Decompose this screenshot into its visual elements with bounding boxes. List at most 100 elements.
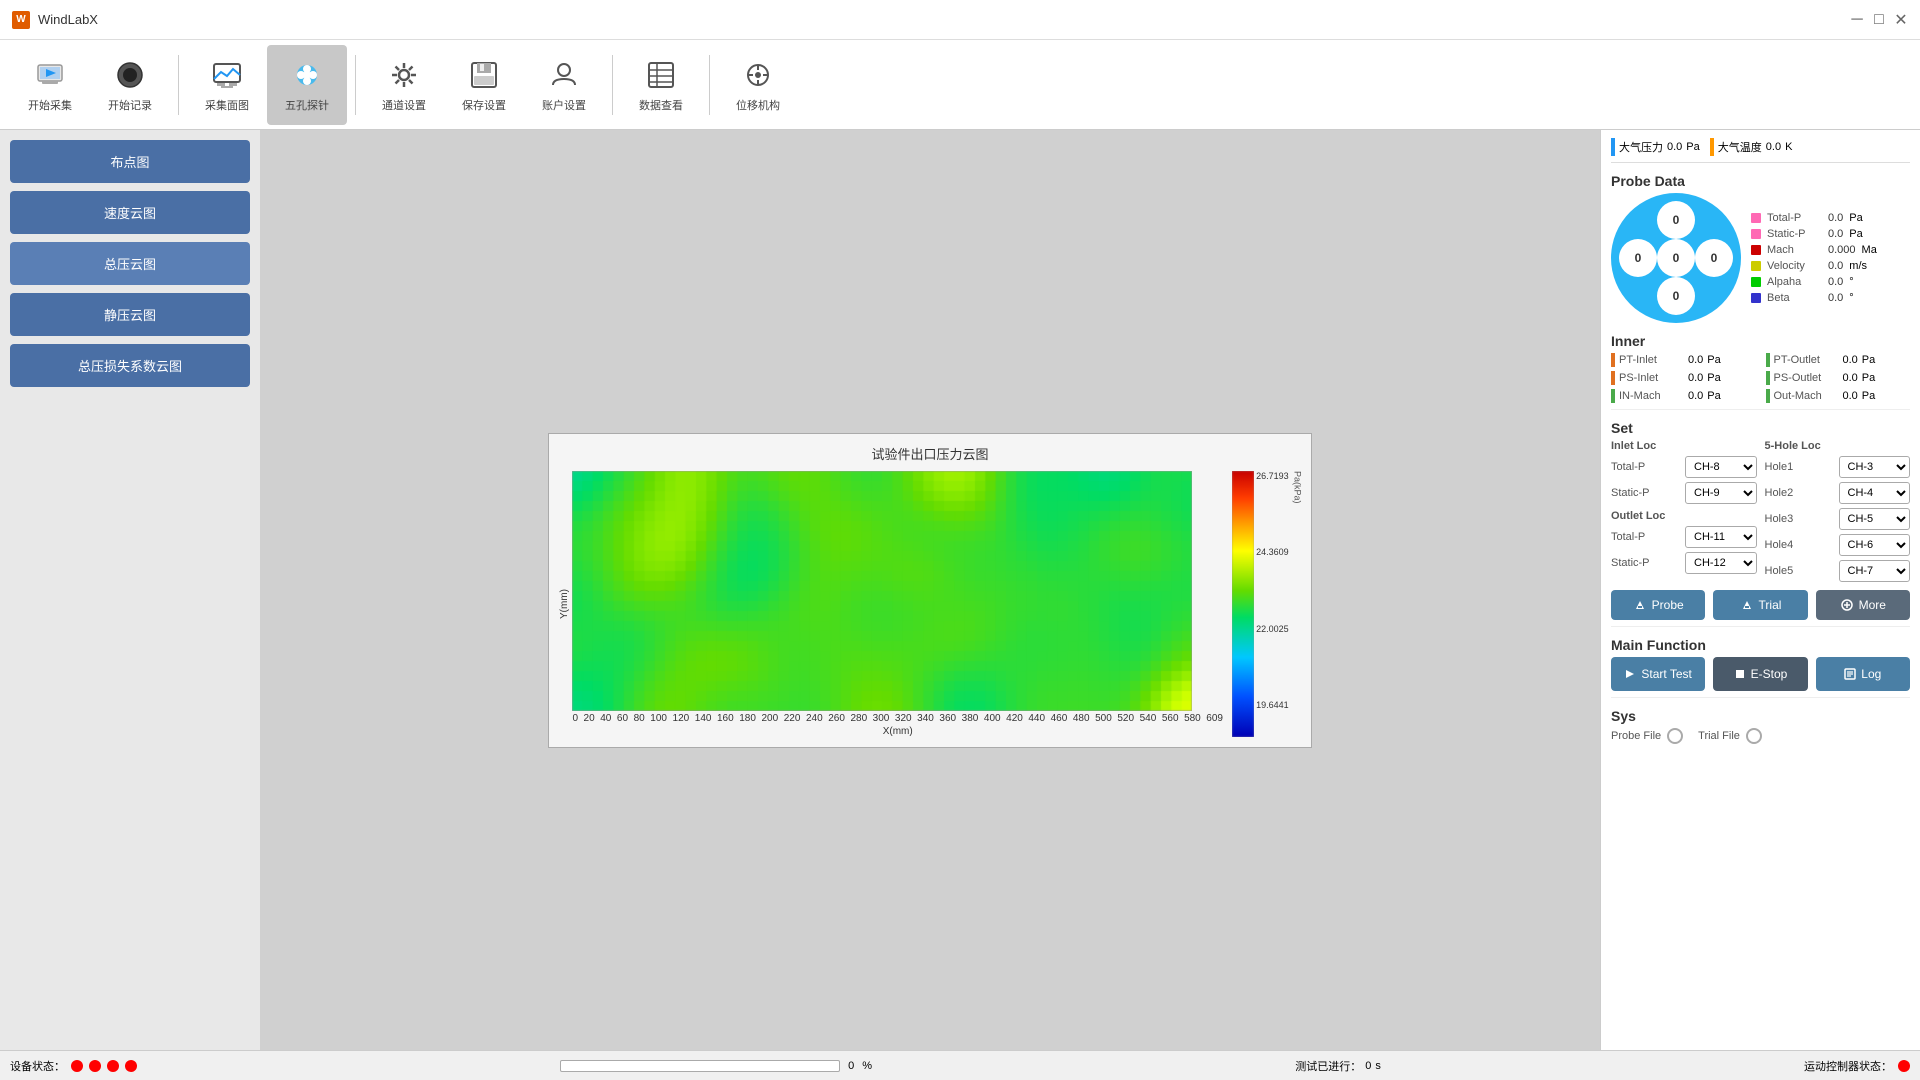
test-time-value: 0 (1365, 1060, 1371, 1072)
inlet-totalp-select[interactable]: CH-8CH-1CH-2 (1685, 456, 1757, 478)
pt-inlet-color (1611, 353, 1615, 367)
hole5-label: Hole5 (1765, 565, 1835, 577)
probe-reading-mach: Mach 0.000 Ma (1751, 244, 1910, 256)
probe-reading-velocity: Velocity 0.0 m/s (1751, 260, 1910, 272)
hole3-select[interactable]: CH-5CH-1CH-2 (1839, 508, 1911, 530)
divider-2 (355, 55, 356, 115)
toolbar-position-mech[interactable]: 位移机构 (718, 45, 798, 125)
toolbar-start-record[interactable]: 开始记录 (90, 45, 170, 125)
set-inlet-staticp-row: Static-P CH-9CH-1CH-2 (1611, 482, 1757, 504)
y-axis-label: Y(mm) (559, 589, 570, 619)
minimize-button[interactable]: ─ (1850, 13, 1864, 27)
device-dot-3 (107, 1060, 119, 1072)
close-button[interactable]: ✕ (1894, 13, 1908, 27)
toolbar-collect-face[interactable]: 采集面图 (187, 45, 267, 125)
probe-reading-totalp: Total-P 0.0 Pa (1751, 212, 1910, 224)
content-area: 试验件出口压力云图 Y(mm) 0 20 40 60 80 100 120 14… (260, 130, 1600, 1050)
x-axis-label: X(mm) (572, 726, 1223, 737)
main-function-title: Main Function (1611, 637, 1910, 653)
alpha-label: Alpaha (1767, 276, 1822, 288)
probe-hole-left: 0 (1619, 239, 1657, 277)
totalp-value: 0.0 (1828, 212, 1843, 224)
toolbar-data-view[interactable]: 数据查看 (621, 45, 701, 125)
device-dot-2 (89, 1060, 101, 1072)
outlet-staticp-select[interactable]: CH-12CH-1CH-2 (1685, 552, 1757, 574)
data-view-label: 数据查看 (639, 97, 683, 113)
toolbar-save-set[interactable]: 保存设置 (444, 45, 524, 125)
hole4-select[interactable]: CH-6CH-1CH-2 (1839, 534, 1911, 556)
sidebar-total-pressure-cloud[interactable]: 总压云图 (10, 242, 250, 285)
probe-icon (1633, 598, 1647, 612)
inner-ps-outlet: PS-Outlet 0.0 Pa (1766, 371, 1911, 385)
set-columns-wrapper: Inlet Loc Total-P CH-8CH-1CH-2 Static-P … (1611, 440, 1910, 586)
outlet-totalp-select[interactable]: CH-11CH-1CH-2 (1685, 526, 1757, 548)
in-mach-color (1611, 389, 1615, 403)
log-icon (1844, 668, 1856, 680)
estop-button[interactable]: E-Stop (1713, 657, 1807, 691)
sidebar-point-map[interactable]: 布点图 (10, 140, 250, 183)
probe-file-toggle[interactable] (1667, 728, 1683, 744)
title-bar-left: W WindLabX (12, 11, 98, 29)
hole2-select[interactable]: CH-4CH-1CH-2 (1839, 482, 1911, 504)
chart-title: 试验件出口压力云图 (559, 444, 1300, 463)
sidebar-static-pressure-cloud[interactable]: 静压云图 (10, 293, 250, 336)
atmo-pressure-label: 大气压力 (1619, 139, 1663, 155)
divider-4 (709, 55, 710, 115)
inlet-loc-title: Inlet Loc (1611, 440, 1757, 452)
hole1-select[interactable]: CH-3CH-1CH-2 (1839, 456, 1911, 478)
probe-data-content: 0 0 0 0 0 Total-P 0.0 Pa (1611, 193, 1910, 323)
trial-file-toggle[interactable] (1746, 728, 1762, 744)
hole5-select[interactable]: CH-7CH-1CH-2 (1839, 560, 1911, 582)
set-hole2-row: Hole2 CH-4CH-1CH-2 (1765, 482, 1911, 504)
hole1-label: Hole1 (1765, 461, 1835, 473)
beta-color (1751, 293, 1761, 303)
staticp-value: 0.0 (1828, 228, 1843, 240)
inner-out-mach: Out-Mach 0.0 Pa (1766, 389, 1911, 403)
pt-inlet-unit: Pa (1707, 354, 1720, 366)
sidebar-velocity-cloud[interactable]: 速度云图 (10, 191, 250, 234)
start-collect-icon (32, 57, 68, 93)
start-test-button[interactable]: Start Test (1611, 657, 1705, 691)
alpha-value: 0.0 (1828, 276, 1843, 288)
maximize-button[interactable]: □ (1872, 13, 1886, 27)
five-probe-label: 五孔探针 (285, 97, 329, 113)
probe-button[interactable]: Probe (1611, 590, 1705, 620)
sidebar-total-pressure-loss[interactable]: 总压损失系数云图 (10, 344, 250, 387)
toolbar-channel-set[interactable]: 通道设置 (364, 45, 444, 125)
probe-reading-beta: Beta 0.0 ° (1751, 292, 1910, 304)
more-button[interactable]: More (1816, 590, 1910, 620)
hole2-label: Hole2 (1765, 487, 1835, 499)
probe-diagram: 0 0 0 0 0 (1611, 193, 1741, 323)
trial-button[interactable]: Trial (1713, 590, 1807, 620)
toolbar-start-collect[interactable]: 开始采集 (10, 45, 90, 125)
toolbar-five-probe[interactable]: 五孔探针 (267, 45, 347, 125)
in-mach-label: IN-Mach (1619, 390, 1684, 402)
channel-set-label: 通道设置 (382, 97, 426, 113)
atmo-pressure-value: 0.0 (1667, 141, 1682, 153)
five-hole-loc-title: 5-Hole Loc (1765, 440, 1911, 452)
position-mech-label: 位移机构 (736, 97, 780, 113)
in-mach-value: 0.0 (1688, 390, 1703, 402)
colorbar-gradient (1232, 471, 1254, 737)
velocity-label: Velocity (1767, 260, 1822, 272)
log-button[interactable]: Log (1816, 657, 1910, 691)
ps-inlet-value: 0.0 (1688, 372, 1703, 384)
test-time-label: 测试已进行： (1295, 1058, 1361, 1074)
pt-outlet-value: 0.0 (1843, 354, 1858, 366)
beta-unit: ° (1849, 292, 1853, 304)
chart-area: Y(mm) 0 20 40 60 80 100 120 140 160 180 … (559, 471, 1300, 737)
colorbar-container: 26.7193 24.3609 22.0025 19.6441 Pa(kPa) (1232, 471, 1301, 737)
divider-3 (612, 55, 613, 115)
outlet-staticp-label: Static-P (1611, 557, 1681, 569)
mach-value: 0.000 (1828, 244, 1856, 256)
progress-value: 0 (848, 1060, 854, 1072)
chart-container: 试验件出口压力云图 Y(mm) 0 20 40 60 80 100 120 14… (548, 433, 1311, 748)
toolbar-account-set[interactable]: 账户设置 (524, 45, 604, 125)
inlet-staticp-select[interactable]: CH-9CH-1CH-2 (1685, 482, 1757, 504)
out-mach-color (1766, 389, 1770, 403)
probe-file-item: Probe File (1611, 728, 1683, 744)
x-axis-ticks: 0 20 40 60 80 100 120 140 160 180 200 22… (572, 713, 1223, 724)
staticp-color (1751, 229, 1761, 239)
save-set-icon (466, 57, 502, 93)
probe-hole-bottom: 0 (1657, 277, 1695, 315)
